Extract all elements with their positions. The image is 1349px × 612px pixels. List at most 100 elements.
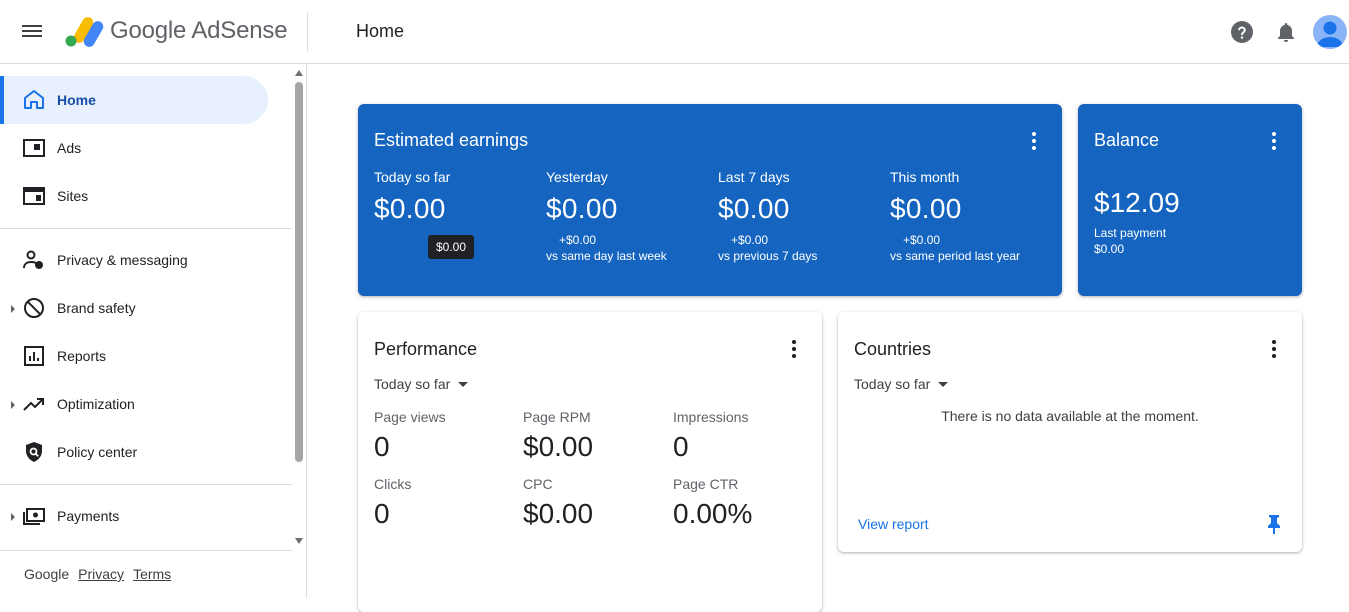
card-title: Performance	[374, 339, 478, 359]
empty-state-message: There is no data available at the moment…	[941, 408, 1199, 424]
hamburger-icon	[22, 25, 42, 27]
earnings-this-month: This month $0.00 +$0.00 vs same period l…	[890, 169, 1050, 263]
card-title: Balance	[1094, 130, 1160, 150]
policy-shield-icon	[26, 442, 42, 462]
home-icon	[24, 90, 44, 109]
more-options-icon[interactable]	[1032, 132, 1036, 150]
expand-caret-icon[interactable]	[11, 513, 15, 521]
metric-value: 0.00%	[673, 498, 753, 529]
earnings-label: Yesterday	[546, 169, 608, 185]
sidebar-item-label: Ads	[57, 140, 82, 156]
sidebar-item-brand-safety[interactable]: Brand safety	[0, 284, 268, 332]
scroll-down-arrow-icon[interactable]	[295, 538, 303, 544]
sidebar-item-label: Privacy & messaging	[57, 252, 188, 268]
card-title: Estimated earnings	[374, 130, 529, 150]
account-person-icon	[1317, 21, 1343, 47]
sidebar-item-label: Policy center	[57, 444, 138, 460]
earnings-delta: +$0.00	[903, 233, 941, 247]
app-header: Google AdSense Home	[0, 0, 1349, 64]
reports-icon	[24, 346, 44, 366]
trending-up-icon	[23, 398, 44, 411]
earnings-compare: vs previous 7 days	[718, 249, 818, 263]
main-menu-button[interactable]	[22, 22, 44, 42]
sidebar-item-reports[interactable]: Reports	[0, 332, 268, 380]
earnings-last-7-days: Last 7 days $0.00 +$0.00 vs previous 7 d…	[718, 169, 878, 263]
metric-clicks: Clicks 0	[374, 476, 514, 530]
earnings-value: $0.00	[718, 193, 790, 224]
scroll-up-arrow-icon[interactable]	[295, 70, 303, 76]
metric-label: Page RPM	[523, 409, 591, 425]
sidebar-item-optimization[interactable]: Optimization	[0, 380, 268, 428]
account-avatar[interactable]	[1313, 15, 1347, 49]
metric-value: 0	[673, 431, 689, 462]
earnings-delta: +$0.00	[731, 233, 769, 247]
estimated-earnings-card: Estimated earnings Today so far $0.00 $0…	[358, 104, 1062, 296]
performance-range-dropdown[interactable]: Today so far	[374, 376, 469, 392]
countries-range-dropdown[interactable]: Today so far	[854, 376, 949, 392]
card-title: Countries	[854, 339, 932, 359]
privacy-icon	[23, 250, 43, 269]
metric-label: CPC	[523, 476, 553, 492]
metric-value: 0	[374, 498, 390, 529]
earnings-value: $0.00	[890, 193, 962, 224]
earnings-compare: vs same day last week	[546, 249, 667, 263]
sidebar-item-label: Payments	[57, 508, 120, 524]
sidebar-item-privacy-messaging[interactable]: Privacy & messaging	[0, 236, 268, 284]
sidebar-item-payments[interactable]: Payments	[0, 492, 268, 540]
footer-terms-link[interactable]: Terms	[133, 566, 171, 582]
last-payment-label: Last payment	[1094, 226, 1167, 240]
metric-page-views: Page views 0	[374, 409, 514, 463]
more-options-icon[interactable]	[792, 340, 796, 358]
notifications-bell-icon[interactable]	[1274, 20, 1298, 44]
dropdown-arrow-icon	[458, 381, 469, 387]
earnings-label: This month	[890, 169, 960, 185]
header-divider	[307, 12, 308, 52]
earnings-label: Last 7 days	[718, 169, 790, 185]
page-title: Home	[356, 21, 405, 41]
countries-card: Countries Today so far There is no data …	[838, 312, 1302, 552]
metric-cpc: CPC $0.00	[523, 476, 663, 530]
earnings-compare: vs same period last year	[890, 249, 1021, 263]
earnings-today: Today so far $0.00	[374, 169, 534, 225]
sidebar-item-label: Reports	[57, 348, 107, 364]
sidebar-item-home[interactable]: Home	[0, 76, 268, 124]
scroll-thumb[interactable]	[295, 82, 303, 462]
more-options-icon[interactable]	[1272, 132, 1276, 150]
sidebar-scrollbar[interactable]	[293, 70, 305, 550]
earnings-tooltip: $0.00	[428, 235, 475, 259]
dropdown-value: Today so far	[374, 376, 451, 392]
view-report-link[interactable]: View report	[858, 516, 929, 532]
help-icon[interactable]	[1230, 20, 1254, 44]
balance-value: $12.09	[1094, 187, 1180, 218]
metric-label: Page views	[374, 409, 446, 425]
balance-card: Balance $12.09 Last payment $0.00	[1078, 104, 1302, 296]
pin-icon[interactable]	[1266, 514, 1282, 534]
metric-label: Clicks	[374, 476, 412, 492]
earnings-value: $0.00	[546, 193, 618, 224]
performance-card: Performance Today so far Page views 0 Pa…	[358, 312, 822, 612]
sidebar-item-policy-center[interactable]: Policy center	[0, 428, 268, 476]
earnings-label: Today so far	[374, 169, 451, 185]
sidebar-divider	[0, 484, 292, 485]
sidebar-nav: Home Ads Sites Privacy & messaging Brand…	[0, 64, 307, 598]
sidebar-item-ads[interactable]: Ads	[0, 124, 268, 172]
sidebar-item-sites[interactable]: Sites	[0, 172, 268, 220]
ads-icon	[23, 139, 45, 157]
earnings-value: $0.00	[374, 193, 446, 224]
metric-page-ctr: Page CTR 0.00%	[673, 476, 813, 530]
expand-caret-icon[interactable]	[11, 305, 15, 313]
sidebar-divider	[0, 550, 292, 551]
footer-google: Google	[24, 566, 70, 582]
metric-label: Impressions	[673, 409, 749, 425]
sites-icon	[23, 187, 45, 205]
dropdown-value: Today so far	[854, 376, 931, 392]
metric-label: Page CTR	[673, 476, 739, 492]
dropdown-arrow-icon	[938, 381, 949, 387]
metric-impressions: Impressions 0	[673, 409, 813, 463]
sidebar-footer: Google Privacy Terms	[24, 566, 171, 582]
more-options-icon[interactable]	[1272, 340, 1276, 358]
adsense-logo-icon	[65, 17, 104, 47]
expand-caret-icon[interactable]	[11, 401, 15, 409]
metric-value: $0.00	[523, 498, 594, 529]
footer-privacy-link[interactable]: Privacy	[78, 566, 124, 582]
